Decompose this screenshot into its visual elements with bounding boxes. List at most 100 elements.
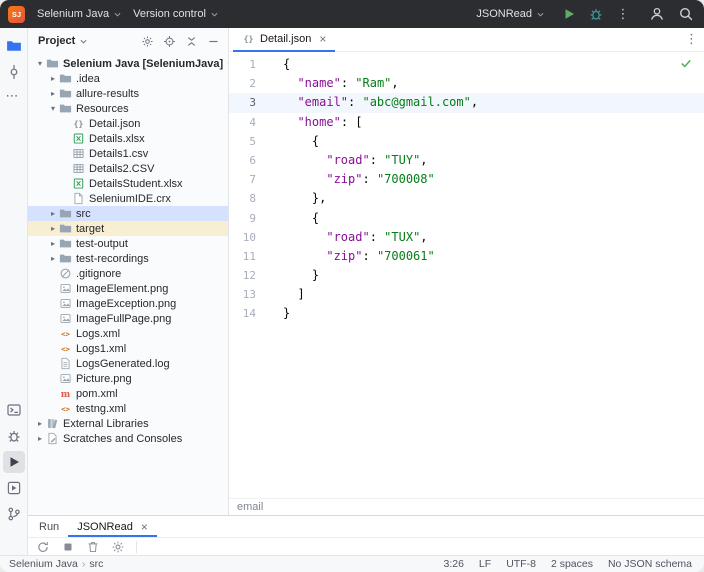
tree-item-detailsstudent-xlsx[interactable]: DetailsStudent.xlsx xyxy=(28,176,228,191)
statusbar-breadcrumb[interactable]: Selenium Java›src xyxy=(9,558,103,570)
line-number[interactable]: 14 xyxy=(229,304,273,323)
tree-item-imageexception-png[interactable]: ImageException.png xyxy=(28,296,228,311)
line-number[interactable]: 12 xyxy=(229,266,273,285)
code-line-1[interactable]: 1{ xyxy=(229,55,704,74)
run-tool-button[interactable] xyxy=(3,451,25,473)
line-number[interactable]: 2 xyxy=(229,74,273,93)
code-line-5[interactable]: 5 { xyxy=(229,132,704,151)
close-tab-icon[interactable]: × xyxy=(319,33,326,45)
app-logo[interactable]: SJ xyxy=(8,6,25,23)
tree-item-allure-results[interactable]: ▸allure-results xyxy=(28,86,228,101)
line-number[interactable]: 10 xyxy=(229,228,273,247)
tree-chevron-icon[interactable]: ▸ xyxy=(47,75,59,83)
project-panel-title[interactable]: Project xyxy=(38,35,75,47)
line-number[interactable]: 3 xyxy=(229,93,273,112)
code-line-12[interactable]: 12 } xyxy=(229,266,704,285)
tree-item-target[interactable]: ▸target xyxy=(28,221,228,236)
clear-icon[interactable] xyxy=(86,540,100,554)
run-icon[interactable] xyxy=(561,6,577,22)
tree-chevron-icon[interactable]: ▸ xyxy=(47,240,59,248)
commit-tool-button[interactable] xyxy=(3,61,25,83)
vcs-selector[interactable]: Version control xyxy=(128,5,225,23)
breadcrumb-item[interactable]: email xyxy=(237,501,263,513)
indent-widget[interactable]: 2 spaces xyxy=(551,558,593,570)
line-number[interactable]: 13 xyxy=(229,285,273,304)
code-area[interactable]: 1{2 "name": "Ram",3 "email": "abc@gmail.… xyxy=(229,52,704,498)
tree-item-testng-xml[interactable]: <>testng.xml xyxy=(28,401,228,416)
editor-options-icon[interactable]: ⋮ xyxy=(685,33,698,46)
tree-chevron-icon[interactable]: ▸ xyxy=(47,225,59,233)
tree-item-external-libraries[interactable]: ▸External Libraries xyxy=(28,416,228,431)
project-selector[interactable]: Selenium Java xyxy=(32,5,128,23)
code-line-4[interactable]: 4 "home": [ xyxy=(229,113,704,132)
tree-chevron-icon[interactable]: ▸ xyxy=(34,420,46,428)
tree-item-logs-xml[interactable]: <>Logs.xml xyxy=(28,326,228,341)
tree-chevron-icon[interactable]: ▾ xyxy=(34,60,46,68)
line-number[interactable]: 4 xyxy=(229,113,273,132)
run-config-selector[interactable]: JSONRead xyxy=(471,5,551,23)
line-number[interactable]: 6 xyxy=(229,151,273,170)
tree-item-src[interactable]: ▸src xyxy=(28,206,228,221)
json-schema-widget[interactable]: No JSON schema xyxy=(608,558,692,570)
statusbar-breadcrumb-src[interactable]: src xyxy=(89,558,103,570)
tree-item-logs1-xml[interactable]: <>Logs1.xml xyxy=(28,341,228,356)
cursor-position-widget[interactable]: 3:26 xyxy=(443,558,463,570)
settings-icon[interactable] xyxy=(141,35,154,48)
tab-jsonread[interactable]: JSONRead × xyxy=(68,516,157,537)
tree-item-detail-json[interactable]: {}Detail.json xyxy=(28,116,228,131)
tree-item-resources[interactable]: ▾Resources xyxy=(28,101,228,116)
code-line-10[interactable]: 10 "road": "TUX", xyxy=(229,228,704,247)
more-tools-tool-button[interactable]: ⋯ xyxy=(3,87,25,109)
code-line-8[interactable]: 8 }, xyxy=(229,189,704,208)
tree-item-seleniumide-crx[interactable]: SeleniumIDE.crx xyxy=(28,191,228,206)
code-line-13[interactable]: 13 ] xyxy=(229,285,704,304)
tree-item-test-output[interactable]: ▸test-output xyxy=(28,236,228,251)
tree-item-details-xlsx[interactable]: Details.xlsx xyxy=(28,131,228,146)
code-line-3[interactable]: 3 "email": "abc@gmail.com", xyxy=(229,93,704,112)
encoding-widget[interactable]: UTF-8 xyxy=(506,558,536,570)
code-line-2[interactable]: 2 "name": "Ram", xyxy=(229,74,704,93)
account-icon[interactable] xyxy=(649,6,665,22)
terminal-tool-button[interactable] xyxy=(3,399,25,421)
line-number[interactable]: 1 xyxy=(229,55,273,74)
tree-chevron-icon[interactable]: ▸ xyxy=(34,435,46,443)
line-number[interactable]: 8 xyxy=(229,189,273,208)
project-tool-button[interactable] xyxy=(3,35,25,57)
debug-icon[interactable] xyxy=(588,6,604,22)
line-separator-widget[interactable]: LF xyxy=(479,558,491,570)
tree-item-gitignore[interactable]: .gitignore xyxy=(28,266,228,281)
tree-chevron-icon[interactable]: ▾ xyxy=(47,105,59,113)
code-line-7[interactable]: 7 "zip": "700008" xyxy=(229,170,704,189)
rerun-icon[interactable] xyxy=(36,540,50,554)
tree-item-imagefullpage-png[interactable]: ImageFullPage.png xyxy=(28,311,228,326)
tree-item-test-recordings[interactable]: ▸test-recordings xyxy=(28,251,228,266)
close-tab-icon[interactable]: × xyxy=(141,521,148,533)
tree-chevron-icon[interactable]: ▸ xyxy=(47,210,59,218)
tree-item-picture-png[interactable]: Picture.png xyxy=(28,371,228,386)
statusbar-breadcrumb-project[interactable]: Selenium Java xyxy=(9,558,78,570)
tab-run[interactable]: Run xyxy=(30,516,68,537)
inspections-ok-icon[interactable] xyxy=(679,56,693,70)
locate-icon[interactable] xyxy=(163,35,176,48)
line-number[interactable]: 9 xyxy=(229,209,273,228)
tree-item-idea[interactable]: ▸.idea xyxy=(28,71,228,86)
code-line-9[interactable]: 9 { xyxy=(229,209,704,228)
more-actions-icon[interactable]: ⋮ xyxy=(615,6,631,22)
line-number[interactable]: 5 xyxy=(229,132,273,151)
stop-icon[interactable] xyxy=(61,540,75,554)
code-line-14[interactable]: 14} xyxy=(229,304,704,323)
code-line-11[interactable]: 11 "zip": "700061" xyxy=(229,247,704,266)
line-number[interactable]: 7 xyxy=(229,170,273,189)
line-number[interactable]: 11 xyxy=(229,247,273,266)
collapse-all-icon[interactable] xyxy=(185,35,198,48)
tree-item-details2-csv[interactable]: Details2.CSV xyxy=(28,161,228,176)
settings-icon[interactable] xyxy=(111,540,125,554)
search-icon[interactable] xyxy=(678,6,694,22)
tree-chevron-icon[interactable]: ▸ xyxy=(47,90,59,98)
hide-icon[interactable] xyxy=(207,35,220,48)
tree-item-details1-csv[interactable]: Details1.csv xyxy=(28,146,228,161)
git-tool-button[interactable] xyxy=(3,503,25,525)
tree-chevron-icon[interactable]: ▸ xyxy=(47,255,59,263)
tree-item-pom-xml[interactable]: mpom.xml xyxy=(28,386,228,401)
tree-item-imageelement-png[interactable]: ImageElement.png xyxy=(28,281,228,296)
